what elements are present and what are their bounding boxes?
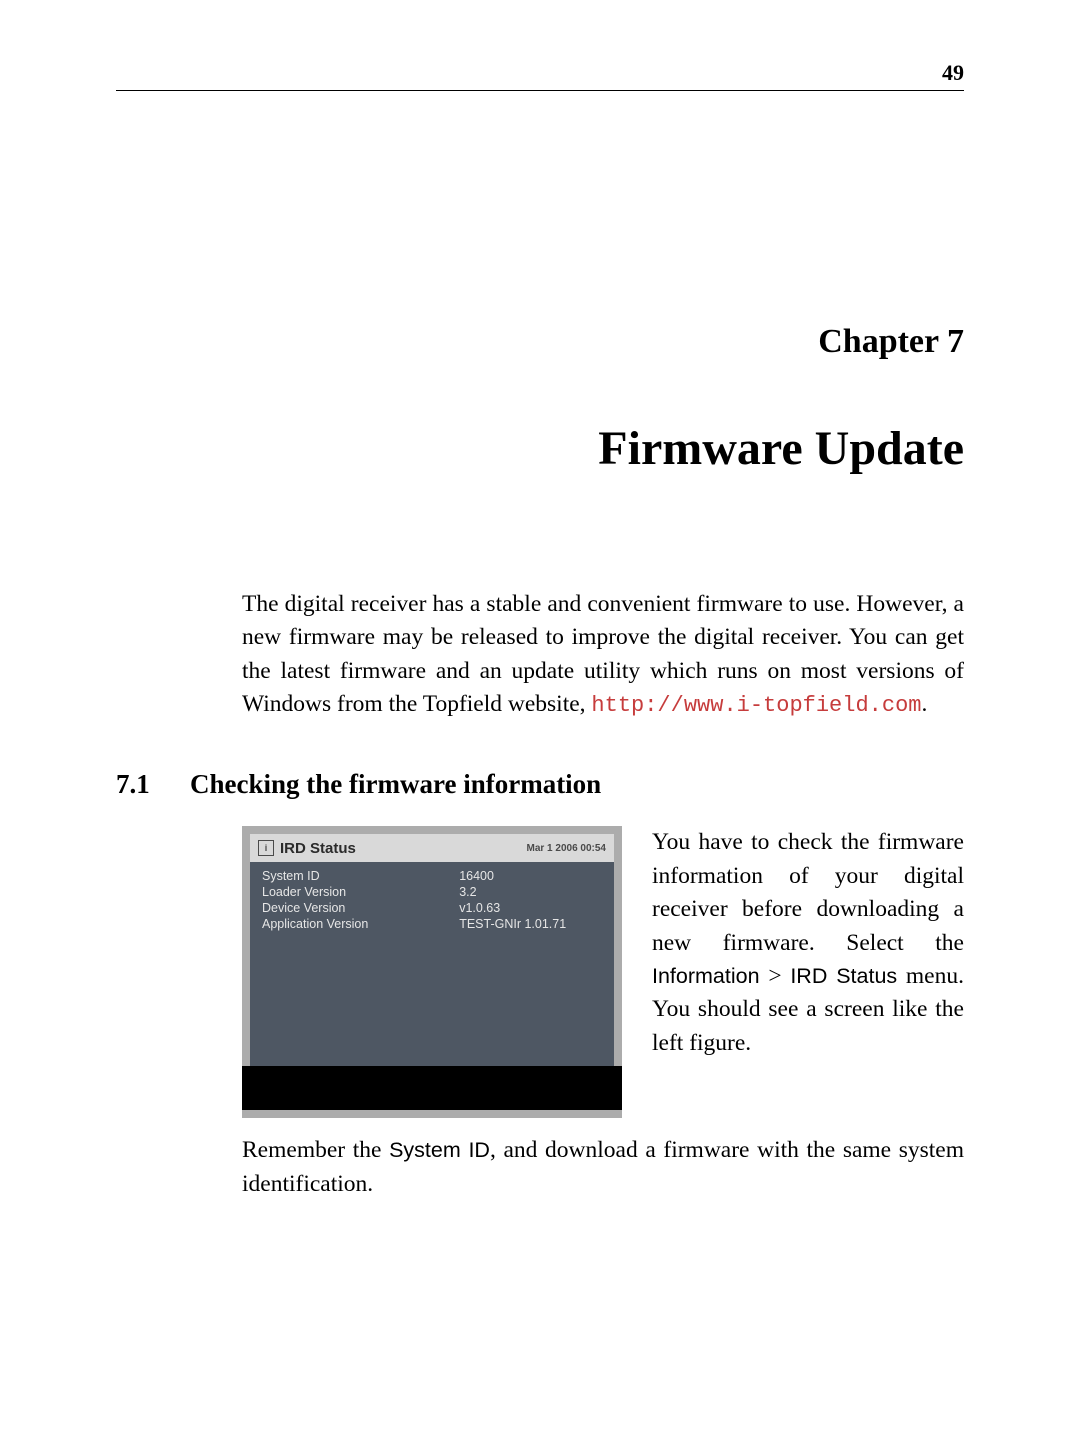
page-number: 49	[942, 60, 964, 86]
right-text-1: You have to check the firmware informati…	[652, 829, 964, 955]
ird-row: System ID 16400	[262, 868, 602, 884]
ird-body: System ID 16400 Loader Version 3.2 Devic…	[250, 862, 614, 1066]
ird-value: 16400	[459, 869, 602, 883]
figure-text-row: i IRD Status Mar 1 2006 00:54 System ID …	[242, 826, 964, 1118]
ird-titlebar: i IRD Status Mar 1 2006 00:54	[250, 834, 614, 862]
ird-footer-bar	[242, 1066, 622, 1110]
header-rule	[116, 90, 964, 91]
section-number: 7.1	[116, 769, 168, 800]
ird-row: Application Version TEST-GNIr 1.01.71	[262, 916, 602, 932]
ird-row: Loader Version 3.2	[262, 884, 602, 900]
system-id-label: System ID	[389, 1138, 490, 1162]
ird-label: System ID	[262, 869, 459, 883]
ird-status-screenshot: i IRD Status Mar 1 2006 00:54 System ID …	[242, 826, 622, 1118]
section-title: Checking the firmware information	[190, 769, 601, 800]
menu-path-information: Information	[652, 964, 760, 988]
ird-value: v1.0.63	[459, 901, 602, 915]
ird-bottom-border	[242, 1110, 622, 1118]
ird-title: IRD Status	[280, 840, 356, 857]
intro-paragraph: The digital receiver has a stable and co…	[242, 588, 964, 721]
section-heading: 7.1 Checking the firmware information	[116, 769, 964, 800]
info-icon: i	[258, 840, 274, 856]
figure-column: i IRD Status Mar 1 2006 00:54 System ID …	[242, 826, 622, 1118]
topfield-url: http://www.i-topfield.com	[591, 693, 921, 718]
chapter-title: Firmware Update	[116, 421, 964, 476]
right-text-column: You have to check the firmware informati…	[652, 826, 964, 1118]
chapter-label: Chapter 7	[116, 323, 964, 361]
ird-value: 3.2	[459, 885, 602, 899]
ird-label: Application Version	[262, 917, 459, 931]
menu-separator: >	[760, 963, 791, 989]
page-container: 49 Chapter 7 Firmware Update The digital…	[0, 0, 1080, 1439]
ird-label: Loader Version	[262, 885, 459, 899]
intro-text-after: .	[921, 691, 927, 717]
menu-path-ird-status: IRD Status	[790, 964, 897, 988]
after-text-1: Remember the	[242, 1137, 389, 1163]
ird-label: Device Version	[262, 901, 459, 915]
ird-timestamp: Mar 1 2006 00:54	[526, 843, 606, 854]
ird-row: Device Version v1.0.63	[262, 900, 602, 916]
after-figure-paragraph: Remember the System ID, and download a f…	[242, 1134, 964, 1201]
ird-value: TEST-GNIr 1.01.71	[459, 917, 602, 931]
